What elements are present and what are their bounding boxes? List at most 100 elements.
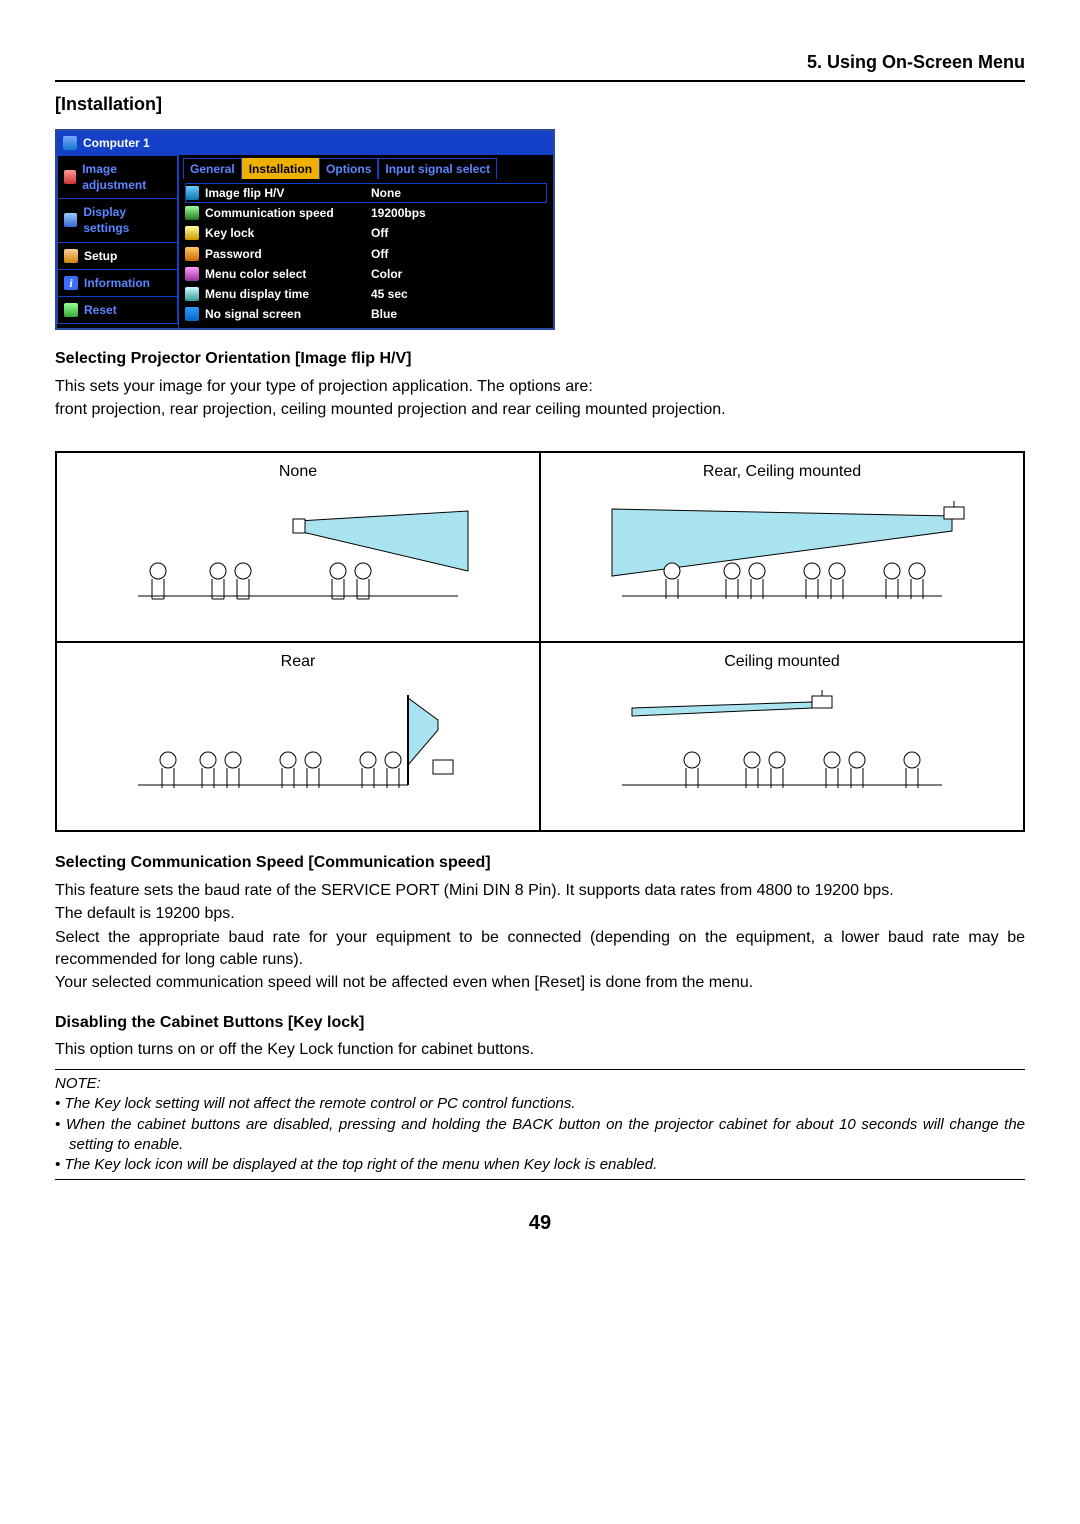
osd-settings-list: Image flip H/V None Communication speed 192… bbox=[179, 179, 553, 328]
osd-title-text: Computer 1 bbox=[83, 135, 150, 151]
disp-icon bbox=[64, 213, 77, 227]
page-number: 49 bbox=[55, 1210, 1025, 1237]
tab-input-signal-select[interactable]: Input signal select bbox=[378, 158, 497, 179]
body-text: front projection, rear projection, ceili… bbox=[55, 399, 1025, 421]
tab-installation[interactable]: Installation bbox=[242, 158, 319, 179]
setting-menu-color-select[interactable]: Menu color select Color bbox=[185, 264, 547, 284]
setting-value: Color bbox=[371, 266, 402, 282]
flip-icon bbox=[185, 186, 199, 200]
diagram-cell-rear: Rear bbox=[56, 642, 540, 832]
note-list: The Key lock setting will not affect the… bbox=[55, 1094, 1025, 1175]
sidebar-item-label: Reset bbox=[84, 302, 117, 318]
subheading-key-lock: Disabling the Cabinet Buttons [Key lock] bbox=[55, 1012, 1025, 1034]
setting-no-signal-screen[interactable]: No signal screen Blue bbox=[185, 304, 547, 324]
diagram-cell-none: None bbox=[56, 452, 540, 642]
section-heading: [Installation] bbox=[55, 92, 1025, 116]
sidebar-item-image-adjustment[interactable]: Image adjustment bbox=[57, 155, 178, 199]
body-text: Select the appropriate baud rate for you… bbox=[55, 927, 1025, 970]
sidebar-item-reset[interactable]: Reset bbox=[57, 297, 178, 324]
projection-diagrams: None Rear, Ceiling mounted bbox=[55, 451, 1025, 832]
note-item: When the cabinet buttons are disabled, p… bbox=[55, 1115, 1025, 1156]
subheading-comm-speed: Selecting Communication Speed [Communica… bbox=[55, 852, 1025, 874]
setting-label-text: Menu color select bbox=[205, 266, 306, 282]
setting-value: Off bbox=[371, 246, 388, 262]
setting-value: Off bbox=[371, 225, 388, 241]
tab-options[interactable]: Options bbox=[319, 158, 378, 179]
comm-icon bbox=[185, 206, 199, 220]
note-block: NOTE: The Key lock setting will not affe… bbox=[55, 1069, 1025, 1180]
projection-diagram-none bbox=[77, 501, 519, 631]
diagram-image bbox=[541, 680, 1023, 830]
projection-diagram-rear bbox=[77, 690, 519, 820]
setting-label: No signal screen bbox=[185, 306, 365, 322]
reset-icon bbox=[64, 303, 78, 317]
osd-sidebar: Image adjustment Display settings Setupi In… bbox=[57, 155, 179, 329]
note-item: The Key lock icon will be displayed at t… bbox=[55, 1155, 1025, 1175]
setting-label: Password bbox=[185, 246, 365, 262]
key-icon bbox=[185, 226, 199, 240]
body-text: Your selected communication speed will n… bbox=[55, 972, 1025, 994]
setting-label: Menu color select bbox=[185, 266, 365, 282]
diagram-image bbox=[541, 491, 1023, 641]
diagram-cell-ceiling: Ceiling mounted bbox=[540, 642, 1024, 832]
setting-menu-display-time[interactable]: Menu display time 45 sec bbox=[185, 284, 547, 304]
setting-label: Communication speed bbox=[185, 205, 365, 221]
diagram-label: None bbox=[57, 453, 539, 491]
setting-label-text: Menu display time bbox=[205, 286, 309, 302]
osd-screenshot: Computer 1 Image adjustment Display setti… bbox=[55, 129, 555, 331]
osd-body: Image adjustment Display settings Setupi In… bbox=[57, 155, 553, 329]
setting-label-text: No signal screen bbox=[205, 306, 301, 322]
pw-icon bbox=[185, 247, 199, 261]
body-text: This sets your image for your type of pr… bbox=[55, 376, 1025, 398]
diagram-label: Rear bbox=[57, 643, 539, 681]
setting-label-text: Communication speed bbox=[205, 205, 334, 221]
setting-communication-speed[interactable]: Communication speed 19200bps bbox=[185, 203, 547, 223]
diagram-cell-rear-ceiling: Rear, Ceiling mounted bbox=[540, 452, 1024, 642]
setting-password[interactable]: Password Off bbox=[185, 244, 547, 264]
sidebar-item-display-settings[interactable]: Display settings bbox=[57, 199, 178, 242]
setting-key-lock[interactable]: Key lock Off bbox=[185, 223, 547, 243]
diagram-label: Ceiling mounted bbox=[541, 643, 1023, 681]
setting-label: Image flip H/V bbox=[185, 185, 365, 201]
osd-window-title: Computer 1 bbox=[57, 131, 553, 155]
time-icon bbox=[185, 287, 199, 301]
osd-tab-strip: GeneralInstallationOptionsInput signal s… bbox=[179, 155, 553, 179]
setting-label-text: Key lock bbox=[205, 225, 254, 241]
col-icon bbox=[185, 267, 199, 281]
setting-value: 19200bps bbox=[371, 205, 426, 221]
setting-image-flip-h-v[interactable]: Image flip H/V None bbox=[185, 183, 547, 203]
computer-icon bbox=[63, 136, 77, 150]
body-text: The default is 19200 bps. bbox=[55, 903, 1025, 925]
setting-value: None bbox=[371, 185, 401, 201]
img-icon bbox=[64, 170, 76, 184]
sidebar-item-label: Image adjustment bbox=[82, 161, 171, 193]
projection-diagram-rear-ceiling bbox=[561, 501, 1003, 631]
sidebar-item-information[interactable]: i Information bbox=[57, 270, 178, 297]
diagram-image bbox=[57, 680, 539, 830]
note-item: The Key lock setting will not affect the… bbox=[55, 1094, 1025, 1114]
setting-label-text: Image flip H/V bbox=[205, 185, 284, 201]
note-title: NOTE: bbox=[55, 1074, 1025, 1094]
body-text: This feature sets the baud rate of the S… bbox=[55, 880, 1025, 902]
sidebar-item-setup[interactable]: Setup bbox=[57, 243, 178, 270]
osd-main: GeneralInstallationOptionsInput signal s… bbox=[179, 155, 553, 329]
diagram-image bbox=[57, 491, 539, 641]
setting-label: Key lock bbox=[185, 225, 365, 241]
header-rule: 5. Using On-Screen Menu bbox=[55, 50, 1025, 82]
body-text: This option turns on or off the Key Lock… bbox=[55, 1039, 1025, 1061]
sidebar-item-label: Information bbox=[84, 275, 150, 291]
diagram-label: Rear, Ceiling mounted bbox=[541, 453, 1023, 491]
nos-icon bbox=[185, 307, 199, 321]
tab-general[interactable]: General bbox=[183, 158, 242, 179]
projection-diagram-ceiling bbox=[561, 690, 1003, 820]
subheading-image-flip: Selecting Projector Orientation [Image f… bbox=[55, 348, 1025, 370]
sidebar-item-label: Display settings bbox=[83, 204, 171, 236]
chapter-title: 5. Using On-Screen Menu bbox=[55, 50, 1025, 80]
setup-icon bbox=[64, 249, 78, 263]
sidebar-item-label: Setup bbox=[84, 248, 117, 264]
setting-value: 45 sec bbox=[371, 286, 408, 302]
info-icon: i bbox=[64, 276, 78, 290]
setting-label: Menu display time bbox=[185, 286, 365, 302]
setting-label-text: Password bbox=[205, 246, 262, 262]
setting-value: Blue bbox=[371, 306, 397, 322]
